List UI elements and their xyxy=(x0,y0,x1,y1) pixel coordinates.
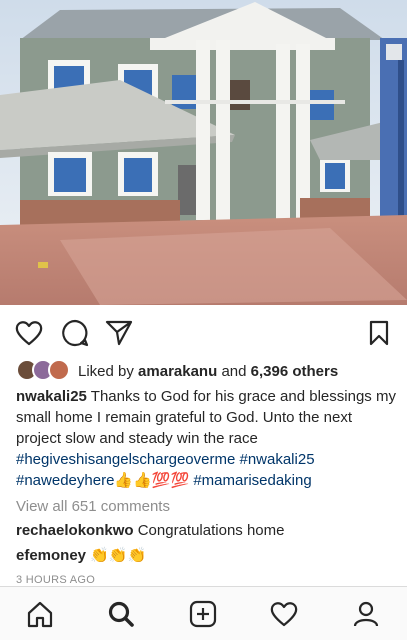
likes-count[interactable]: 6,396 others xyxy=(251,363,339,380)
avatar xyxy=(48,359,70,381)
likes-text: Liked by amarakanu and 6,396 others xyxy=(78,363,338,380)
activity-heart-icon[interactable] xyxy=(268,598,300,630)
bookmark-icon[interactable] xyxy=(364,318,394,348)
caption-username[interactable]: nwakali25 xyxy=(16,388,87,405)
post-timestamp: 3 HOURS AGO xyxy=(16,574,96,586)
post-photo[interactable] xyxy=(0,0,407,305)
comment-row: efemoney 👏👏👏 xyxy=(16,546,146,564)
likes-connector: and xyxy=(221,362,247,380)
hashtag[interactable]: #mamarisedaking xyxy=(193,472,311,489)
share-icon[interactable] xyxy=(104,318,134,348)
liker-username[interactable]: amarakanu xyxy=(138,363,217,380)
hashtag[interactable]: #hegiveshisangelschargeoverme xyxy=(16,451,235,468)
comment-username[interactable]: efemoney xyxy=(16,547,86,564)
likes-prefix: Liked by xyxy=(78,362,134,380)
comment-text: Congratulations home xyxy=(137,522,285,539)
likes-summary[interactable]: Liked by amarakanu and 6,396 others xyxy=(16,358,396,384)
comment-icon[interactable] xyxy=(60,318,90,348)
hashtag[interactable]: #nawedeyhere xyxy=(16,472,114,489)
view-all-comments-link[interactable]: View all 651 comments xyxy=(16,498,170,515)
heart-icon[interactable] xyxy=(14,318,44,348)
post-action-bar xyxy=(0,312,407,352)
hashtag[interactable]: #nwakali25 xyxy=(239,451,314,468)
profile-icon[interactable] xyxy=(350,598,382,630)
comment-text: 👏👏👏 xyxy=(90,547,147,564)
home-icon[interactable] xyxy=(24,598,56,630)
caption-emoji: 👍👍💯💯 xyxy=(114,472,190,489)
add-post-icon[interactable] xyxy=(187,598,219,630)
search-icon[interactable] xyxy=(105,598,137,630)
comment-username[interactable]: rechaelokonkwo xyxy=(16,522,134,539)
bottom-navigation xyxy=(0,586,407,640)
post-caption: nwakali25 Thanks to God for his grace an… xyxy=(16,386,396,491)
comment-row: rechaelokonkwo Congratulations home xyxy=(16,522,284,539)
liker-avatars xyxy=(16,359,74,383)
